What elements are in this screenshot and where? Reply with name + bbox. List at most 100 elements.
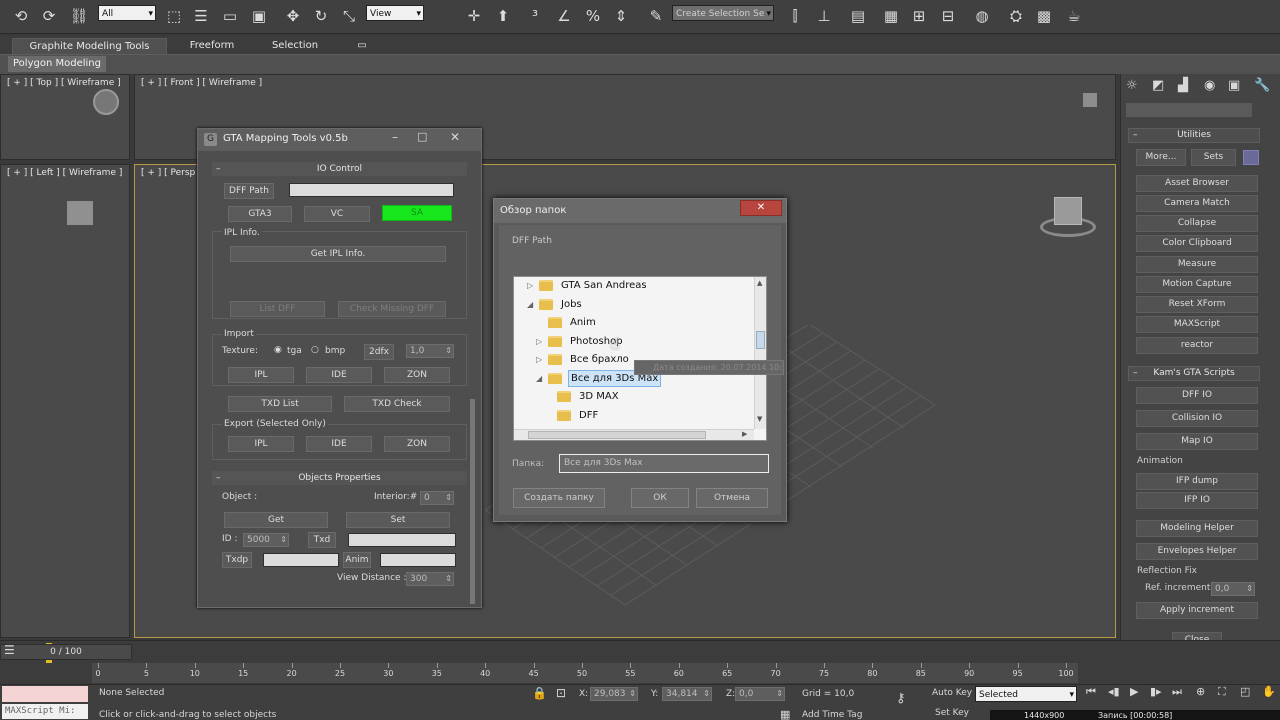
ok-button[interactable]: ОК bbox=[631, 488, 689, 508]
move-icon[interactable]: ✥ bbox=[282, 5, 304, 27]
angle-snap-icon[interactable]: ∠ bbox=[553, 5, 575, 27]
render-icon[interactable]: ☕ bbox=[1063, 5, 1085, 27]
txd-button[interactable]: Txd bbox=[308, 532, 336, 548]
rotate-icon[interactable]: ↻ bbox=[310, 5, 332, 27]
command-panel-name-field[interactable] bbox=[1126, 103, 1252, 117]
maximize-viewport-icon[interactable]: ◰ bbox=[1240, 685, 1250, 698]
tree-item[interactable]: Anim bbox=[514, 314, 752, 331]
modeling-helper-button[interactable]: Modeling Helper bbox=[1136, 520, 1258, 537]
hscroll-thumb[interactable] bbox=[528, 431, 706, 439]
set-button[interactable]: Set bbox=[346, 512, 450, 528]
absolute-mode-icon[interactable]: ⊡ bbox=[556, 686, 566, 700]
import-ipl-button[interactable]: IPL bbox=[228, 367, 294, 383]
txd-check-button[interactable]: TXD Check bbox=[344, 396, 450, 412]
go-to-end-icon[interactable]: ⏭ bbox=[1172, 685, 1182, 699]
expanded-arrow-icon[interactable]: ◢ bbox=[527, 296, 533, 313]
viewcube-icon[interactable] bbox=[93, 89, 119, 115]
close-icon[interactable]: ✕ bbox=[450, 130, 460, 144]
create-tab-icon[interactable]: ☼ bbox=[1126, 78, 1138, 93]
dialog-close-icon[interactable]: ✕ bbox=[740, 200, 782, 216]
import-ide-button[interactable]: IDE bbox=[306, 367, 372, 383]
txdp-field[interactable] bbox=[263, 553, 339, 567]
maximize-icon[interactable]: □ bbox=[417, 130, 427, 143]
percent-snap-icon[interactable]: % bbox=[582, 5, 604, 27]
tree-item[interactable]: ▷ Photoshop bbox=[514, 333, 752, 350]
ifp-io-button[interactable]: IFP IO bbox=[1136, 492, 1258, 509]
undo-icon[interactable]: ⟲ bbox=[10, 5, 32, 27]
map-io-button[interactable]: Map IO bbox=[1136, 433, 1258, 450]
redo-icon[interactable]: ⟳ bbox=[38, 5, 60, 27]
schematic-view-icon[interactable]: ⊟ bbox=[937, 5, 959, 27]
folder-input[interactable]: Все для 3Ds Max bbox=[559, 454, 769, 473]
get-button[interactable]: Get bbox=[224, 512, 328, 528]
dff-path-field[interactable] bbox=[289, 183, 454, 197]
tga-radio[interactable]: ◉ bbox=[274, 345, 282, 355]
id-spinner[interactable]: 5000 bbox=[243, 533, 289, 547]
objects-properties-header[interactable]: Objects Properties bbox=[212, 471, 467, 485]
collapsed-arrow-icon[interactable]: ▷ bbox=[536, 351, 542, 368]
rect-selection-icon[interactable]: ▭ bbox=[219, 5, 241, 27]
key-mode-dropdown[interactable]: Selected bbox=[975, 686, 1077, 703]
folder-tree-vscrollbar[interactable]: ▲ ▼ bbox=[754, 277, 766, 429]
create-folder-button[interactable]: Создать папку bbox=[513, 488, 605, 508]
ref-increment-spinner[interactable]: 0,0 bbox=[1211, 582, 1255, 596]
select-by-name-icon[interactable]: ☰ bbox=[190, 5, 212, 27]
tab-selection[interactable]: Selection bbox=[262, 38, 328, 54]
sa-button[interactable]: SA bbox=[382, 205, 452, 221]
apply-increment-button[interactable]: Apply increment bbox=[1136, 602, 1258, 619]
display-tab-icon[interactable]: ▣ bbox=[1228, 78, 1240, 93]
hierarchy-tab-icon[interactable]: ▟ bbox=[1178, 78, 1188, 93]
tab-freeform[interactable]: Freeform bbox=[180, 38, 244, 54]
envelopes-helper-button[interactable]: Envelopes Helper bbox=[1136, 543, 1258, 560]
set-key-button[interactable]: Set Key bbox=[935, 708, 969, 718]
folder-tree-hscrollbar[interactable]: ▶ bbox=[514, 429, 754, 440]
previous-frame-icon[interactable]: ◂▮ bbox=[1108, 685, 1120, 698]
go-to-start-icon[interactable]: ⏮ bbox=[1086, 685, 1096, 699]
auto-key-button[interactable]: Auto Key bbox=[932, 688, 972, 698]
utilities-rollout-header[interactable]: Utilities bbox=[1128, 128, 1260, 143]
utilities-tab-icon[interactable]: 🔧 bbox=[1254, 78, 1270, 93]
tree-item[interactable]: DFF bbox=[514, 407, 752, 424]
align-icon[interactable]: ⊥ bbox=[813, 5, 835, 27]
play-icon[interactable]: ▶ bbox=[1130, 685, 1138, 698]
utility-asset-browser[interactable]: Asset Browser bbox=[1136, 175, 1258, 192]
browse-dialog-titlebar[interactable]: Обзор папок ✕ bbox=[494, 199, 786, 223]
configure-button-sets-icon[interactable] bbox=[1243, 150, 1259, 165]
pivot-icon[interactable]: ✛ bbox=[463, 5, 485, 27]
manipulate-icon[interactable]: ⬆ bbox=[492, 5, 514, 27]
maxscript-listener-output[interactable] bbox=[2, 686, 88, 702]
tree-item[interactable]: ▷ GTA San Andreas bbox=[514, 277, 752, 294]
polygon-modeling-tab[interactable]: Polygon Modeling bbox=[8, 56, 106, 72]
dff-path-button[interactable]: DFF Path bbox=[224, 183, 274, 199]
set-key-icon[interactable]: ⚷ bbox=[896, 691, 906, 706]
utility-reset-xform[interactable]: Reset XForm bbox=[1136, 296, 1258, 313]
field-of-view-icon[interactable]: ✋ bbox=[1262, 685, 1276, 698]
folder-tree[interactable]: ▲ ▼ ▶ ▷ GTA San Andreas ◢ Jobs Anim ▷ Photosho… bbox=[513, 276, 767, 441]
window-crossing-icon[interactable]: ▣ bbox=[248, 5, 270, 27]
2dfx-button[interactable]: 2dfx bbox=[364, 344, 394, 360]
utility-reactor[interactable]: reactor bbox=[1136, 337, 1258, 354]
minimize-icon[interactable]: – bbox=[392, 130, 398, 144]
zoom-icon[interactable]: ⊕ bbox=[1196, 685, 1205, 698]
viewport-left[interactable]: [ + ] [ Left ] [ Wireframe ] bbox=[0, 164, 130, 638]
layer-manager-icon[interactable]: ▤ bbox=[847, 5, 869, 27]
tree-item[interactable]: ◢ Jobs bbox=[514, 296, 752, 313]
z-coord-field[interactable]: 0,0 bbox=[735, 687, 785, 701]
ribbon-minimize-icon[interactable]: ▭ bbox=[352, 38, 372, 54]
utility-color-clipboard[interactable]: Color Clipboard bbox=[1136, 235, 1258, 252]
tree-item[interactable]: 3D MAX bbox=[514, 388, 752, 405]
anim-button[interactable]: Anim bbox=[343, 552, 371, 568]
viewport-label-top[interactable]: [ + ] [ Top ] [ Wireframe ] bbox=[7, 78, 121, 88]
time-slider[interactable]: 0 / 100 bbox=[0, 644, 132, 660]
viewport-label-left[interactable]: [ + ] [ Left ] [ Wireframe ] bbox=[7, 168, 122, 178]
trackbar-toggle-icon[interactable]: ☰ bbox=[4, 643, 15, 657]
y-coord-field[interactable]: 34,814 bbox=[662, 687, 712, 701]
export-zon-button[interactable]: ZON bbox=[384, 436, 450, 452]
gta-window-scrollbar[interactable] bbox=[470, 399, 475, 604]
rendered-frame-icon[interactable]: ▩ bbox=[1033, 5, 1055, 27]
named-selection-sets-dropdown[interactable]: Create Selection Se bbox=[672, 5, 774, 22]
txd-list-button[interactable]: TXD List bbox=[228, 396, 332, 412]
utility-motion-capture[interactable]: Motion Capture bbox=[1136, 276, 1258, 293]
spinner-snap-icon[interactable]: ⇕ bbox=[610, 5, 632, 27]
lock-selection-icon[interactable]: 🔒 bbox=[532, 686, 547, 700]
